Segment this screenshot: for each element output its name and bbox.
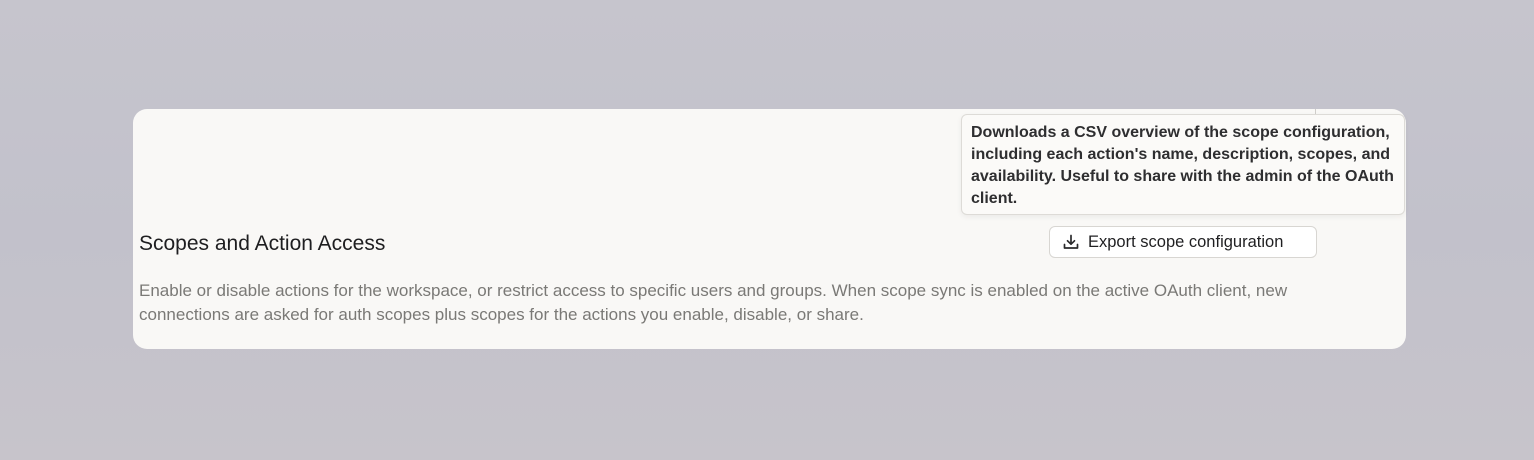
download-icon (1062, 233, 1080, 251)
export-button-label: Export scope configuration (1088, 232, 1284, 251)
export-tooltip: Downloads a CSV overview of the scope co… (961, 114, 1405, 215)
section-title: Scopes and Action Access (139, 232, 386, 255)
export-scope-configuration-button[interactable]: Export scope configuration (1049, 226, 1317, 258)
section-description: Enable or disable actions for the worksp… (139, 281, 1288, 324)
